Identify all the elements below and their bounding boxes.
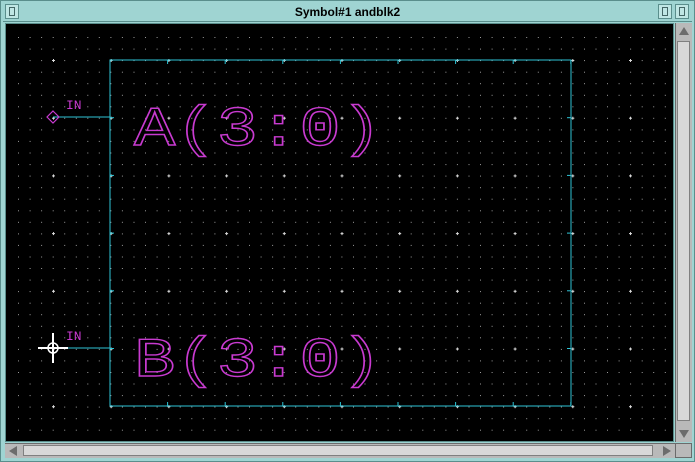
pin-a[interactable]: IN A(3:0) <box>46 97 383 163</box>
title-bar[interactable]: Symbol#1 andblk2 <box>3 3 692 22</box>
maximize-icon <box>679 7 685 16</box>
maximize-button[interactable] <box>675 4 689 19</box>
schematic-drawing: IN A(3:0) IN B(3:0) <box>18 37 666 431</box>
scroll-up-arrow-icon[interactable] <box>679 27 689 35</box>
minimize-button[interactable] <box>658 4 672 19</box>
window-title: Symbol#1 andblk2 <box>294 5 401 19</box>
pin-b-name: B(3:0) <box>134 329 382 393</box>
vertical-scroll-thumb[interactable] <box>677 41 690 421</box>
pin-b-direction: IN <box>66 329 82 344</box>
pin-a-name: A(3:0) <box>134 98 382 162</box>
horizontal-scrollbar[interactable] <box>5 443 675 458</box>
crosshair-cursor-icon <box>38 333 68 363</box>
scroll-left-arrow-icon[interactable] <box>9 446 17 456</box>
scroll-right-arrow-icon[interactable] <box>663 446 671 456</box>
scroll-down-arrow-icon[interactable] <box>679 430 689 438</box>
pin-a-direction: IN <box>66 98 82 113</box>
minimize-icon <box>662 7 668 16</box>
horizontal-scroll-thumb[interactable] <box>23 445 653 456</box>
scrollbar-corner <box>675 443 692 458</box>
schematic-canvas[interactable]: IN A(3:0) IN B(3:0) <box>5 23 674 442</box>
symbol-editor-window: Symbol#1 andblk2 IN A(3:0) IN B(3:0) <box>0 0 695 462</box>
vertical-scrollbar[interactable] <box>675 23 692 442</box>
pin-b[interactable]: IN B(3:0) <box>53 328 383 394</box>
